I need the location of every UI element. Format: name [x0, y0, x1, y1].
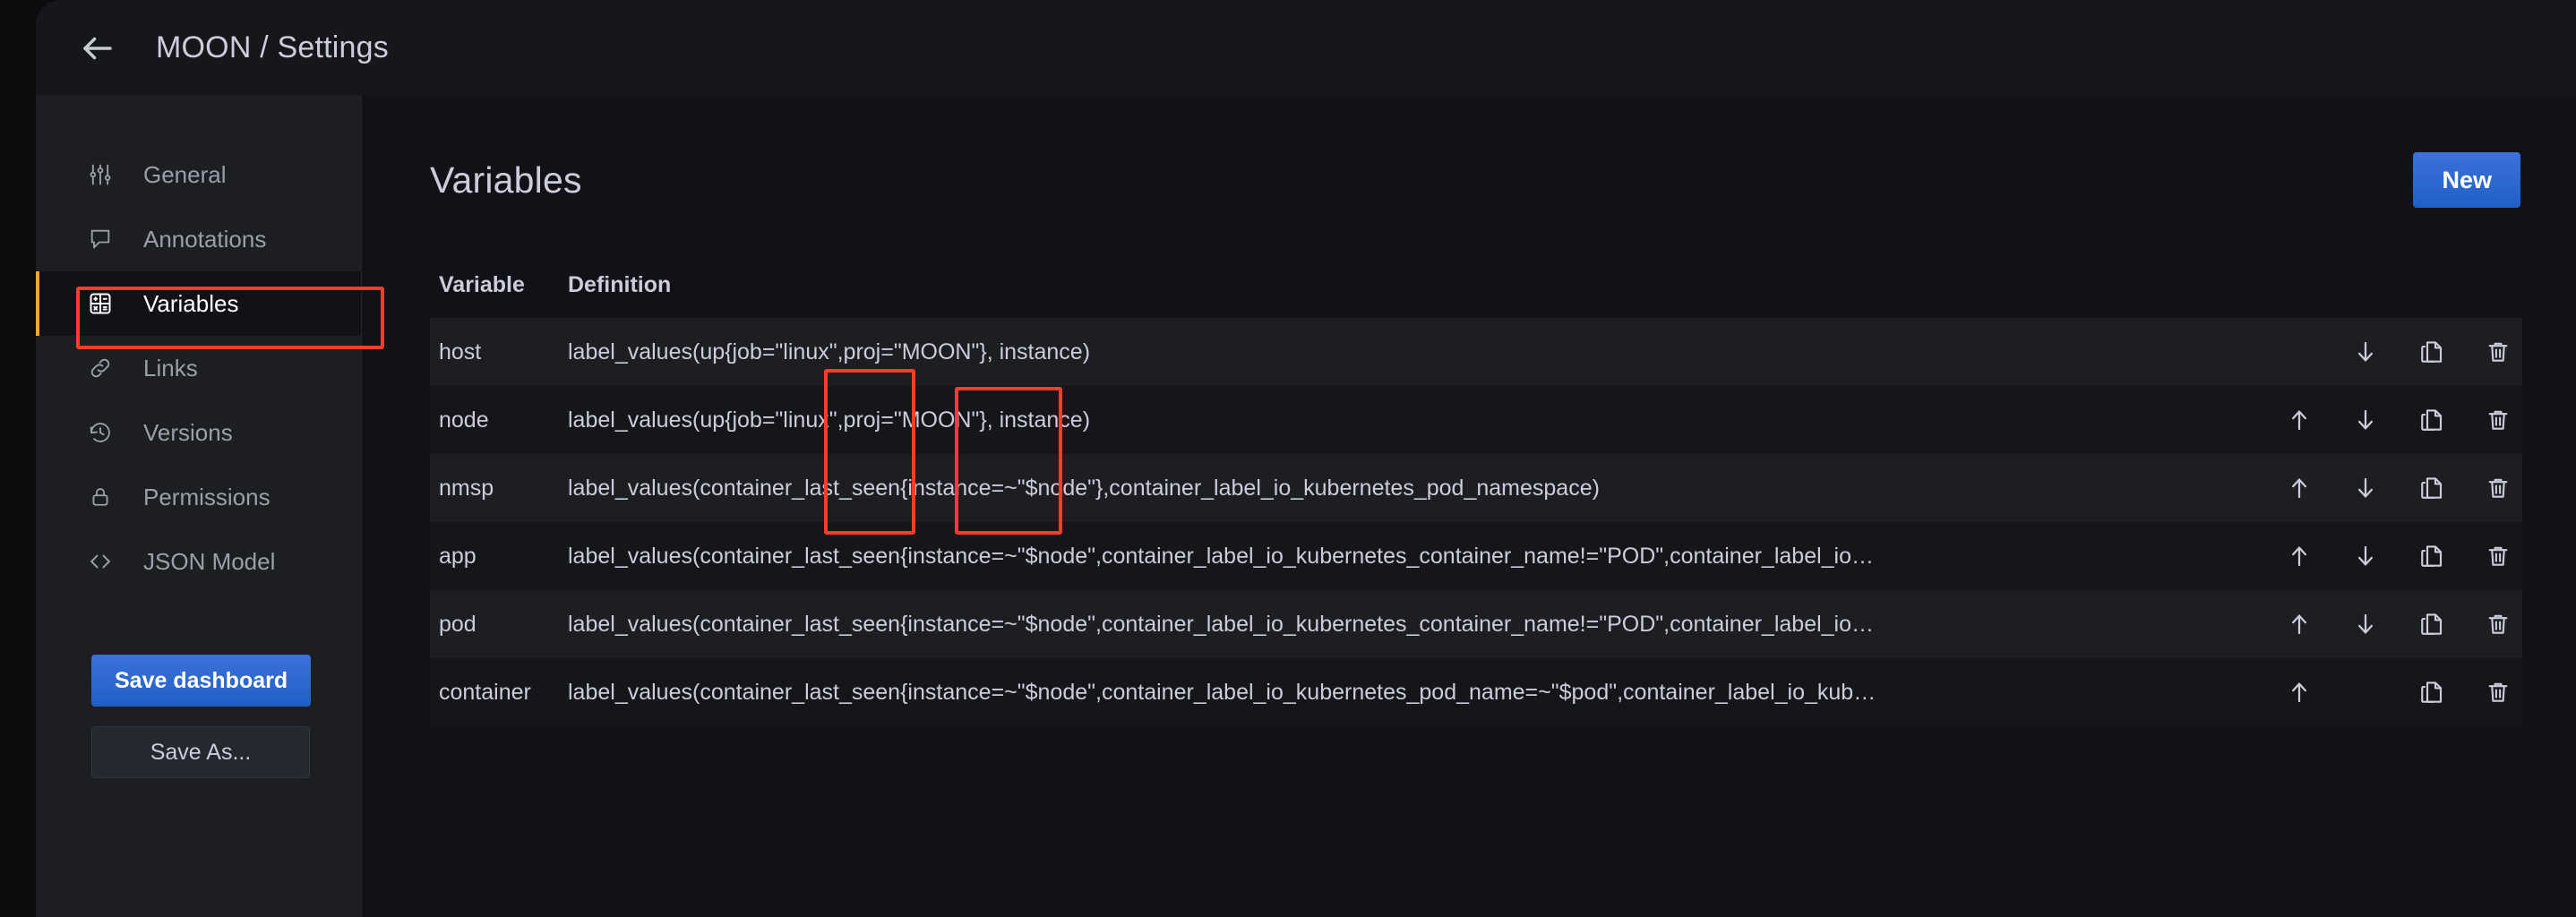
sidebar-item-annotations[interactable]: Annotations [36, 207, 361, 271]
duplicate-icon[interactable] [2417, 337, 2447, 367]
variable-name-link[interactable]: host [430, 318, 557, 386]
sidebar-item-label: Permissions [143, 484, 270, 510]
table-row: pod label_values(container_last_seen{inst… [430, 590, 2522, 658]
comment-icon [88, 227, 124, 252]
sidebar-item-general[interactable]: General [36, 142, 361, 207]
duplicate-icon[interactable] [2417, 677, 2447, 707]
arrow-down-icon[interactable] [2350, 541, 2381, 571]
save-as-button[interactable]: Save As... [91, 726, 310, 778]
page-title: Variables [430, 159, 582, 201]
trash-icon[interactable] [2483, 473, 2513, 503]
trash-icon[interactable] [2483, 609, 2513, 639]
variable-definition[interactable]: label_values(container_last_seen{instanc… [557, 658, 2227, 726]
row-actions [2227, 590, 2522, 658]
sidebar-item-versions[interactable]: Versions [36, 400, 361, 465]
trash-icon[interactable] [2483, 541, 2513, 571]
variables-table: Variable Definition host label_values(up{… [430, 272, 2522, 726]
trash-icon[interactable] [2483, 337, 2513, 367]
settings-sidebar: General Annotations Variables Links Vers… [36, 96, 362, 917]
duplicate-icon[interactable] [2417, 405, 2447, 435]
row-actions [2227, 318, 2522, 386]
breadcrumb[interactable]: MOON / Settings [156, 30, 389, 65]
table-row: host label_values(up{job="linux",proj="MO… [430, 318, 2522, 386]
page-header: Variables New [430, 96, 2522, 208]
sidebar-item-label: Versions [143, 419, 233, 446]
sidebar-item-permissions[interactable]: Permissions [36, 465, 361, 529]
variable-name-link[interactable]: nmsp [430, 454, 557, 522]
column-header-definition: Definition [568, 272, 672, 297]
sidebar-item-links[interactable]: Links [36, 336, 361, 400]
duplicate-icon[interactable] [2417, 541, 2447, 571]
variable-definition[interactable]: label_values(container_last_seen{instanc… [557, 522, 2227, 590]
duplicate-icon[interactable] [2417, 473, 2447, 503]
table-body: host label_values(up{job="linux",proj="MO… [430, 318, 2522, 726]
table-grid-icon [88, 291, 124, 316]
variable-definition[interactable]: label_values(container_last_seen{instanc… [557, 590, 2227, 658]
duplicate-icon[interactable] [2417, 609, 2447, 639]
column-header-variable: Variable [439, 272, 525, 297]
variable-definition[interactable]: label_values(up{job="linux",proj="MOON"}… [557, 318, 2227, 386]
table-header: Variable Definition [430, 272, 2522, 318]
trash-icon[interactable] [2483, 677, 2513, 707]
variable-name-link[interactable]: node [430, 386, 557, 454]
back-button[interactable] [73, 24, 122, 73]
save-dashboard-button[interactable]: Save dashboard [91, 655, 312, 707]
table-row: app label_values(container_last_seen{inst… [430, 522, 2522, 590]
sidebar-item-label: General [143, 161, 227, 188]
variable-definition[interactable]: label_values(container_last_seen{instanc… [557, 454, 2227, 522]
save-actions: Save dashboard Save As... [36, 655, 361, 778]
code-brackets-icon [88, 549, 124, 574]
app-frame: MOON / Settings General Annotations Vari… [36, 0, 2576, 917]
arrow-up-icon[interactable] [2284, 677, 2314, 707]
arrow-left-icon [79, 30, 116, 67]
arrow-up-icon[interactable] [2284, 541, 2314, 571]
sidebar-item-json-model[interactable]: JSON Model [36, 529, 361, 594]
row-actions [2227, 454, 2522, 522]
variable-name-link[interactable]: app [430, 522, 557, 590]
sliders-icon [88, 162, 124, 187]
arrow-down-icon[interactable] [2350, 337, 2381, 367]
sidebar-item-label: Annotations [143, 226, 267, 253]
variable-definition[interactable]: label_values(up{job="linux",proj="MOON"}… [557, 386, 2227, 454]
sidebar-item-variables[interactable]: Variables [36, 271, 361, 336]
history-clock-icon [88, 420, 124, 445]
arrow-down-icon[interactable] [2350, 405, 2381, 435]
variable-name-link[interactable]: container [430, 658, 557, 726]
arrow-down-icon[interactable] [2350, 473, 2381, 503]
variable-name-link[interactable]: pod [430, 590, 557, 658]
table-row: nmsp label_values(container_last_seen{ins… [430, 454, 2522, 522]
trash-icon[interactable] [2483, 405, 2513, 435]
table-row: node label_values(up{job="linux",proj="MO… [430, 386, 2522, 454]
main-content: Variables New Variable Definition host la… [362, 96, 2576, 917]
row-actions [2227, 386, 2522, 454]
link-chain-icon [88, 356, 124, 381]
column-header-actions [2227, 272, 2522, 318]
sidebar-item-label: JSON Model [143, 548, 276, 575]
row-actions [2227, 658, 2522, 726]
row-actions [2227, 522, 2522, 590]
arrow-down-icon[interactable] [2350, 609, 2381, 639]
new-variable-button[interactable]: New [2413, 152, 2520, 208]
arrow-up-icon[interactable] [2284, 609, 2314, 639]
top-bar: MOON / Settings [36, 0, 2576, 96]
sidebar-item-label: Variables [143, 290, 239, 317]
table-row: container label_values(container_last_see… [430, 658, 2522, 726]
arrow-up-icon[interactable] [2284, 473, 2314, 503]
body: General Annotations Variables Links Vers… [36, 96, 2576, 917]
lock-icon [88, 484, 124, 510]
arrow-up-icon[interactable] [2284, 405, 2314, 435]
sidebar-item-label: Links [143, 355, 198, 381]
